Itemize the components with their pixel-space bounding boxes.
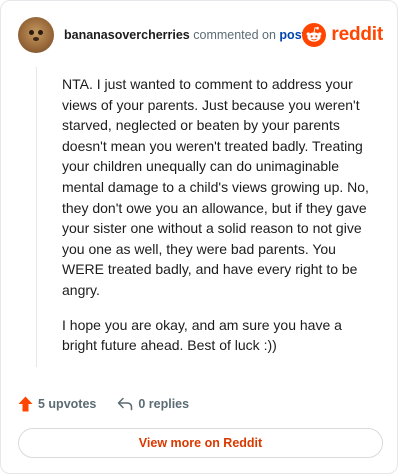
comment-actions: 5 upvotes 0 replies <box>18 394 189 414</box>
avatar-eye <box>38 30 43 35</box>
reddit-snoo-icon <box>302 23 327 47</box>
upvote-count: 5 upvotes <box>38 397 97 411</box>
comment-body: NTA. I just wanted to comment to address… <box>62 74 380 370</box>
upvote-arrow-icon <box>18 396 33 412</box>
reply-button[interactable]: 0 replies <box>117 397 189 411</box>
reply-count: 0 replies <box>138 397 190 411</box>
comment-paragraph: I hope you are okay, and am sure you hav… <box>62 316 342 354</box>
view-more-button[interactable]: View more on Reddit <box>18 428 383 458</box>
reddit-brand[interactable]: reddit <box>302 21 383 49</box>
comment-header: bananasovercherries commented on post re… <box>18 17 383 53</box>
reply-arrow-icon <box>118 397 133 411</box>
upvote-button[interactable]: 5 upvotes <box>18 396 96 412</box>
comment-meta: bananasovercherries commented on post <box>64 28 306 42</box>
comment-paragraph: NTA. I just wanted to comment to address… <box>62 76 369 298</box>
username-link[interactable]: bananasovercherries <box>64 28 190 42</box>
action-text: commented on <box>193 28 276 42</box>
avatar-nose <box>33 37 39 41</box>
cat-avatar-icon[interactable] <box>18 17 54 53</box>
thread-line <box>36 67 37 367</box>
avatar-eye <box>29 30 34 35</box>
reddit-wordmark: reddit <box>331 24 383 45</box>
comment-embed-card: bananasovercherries commented on post re… <box>0 0 398 474</box>
view-more-label: View more on Reddit <box>138 436 263 450</box>
